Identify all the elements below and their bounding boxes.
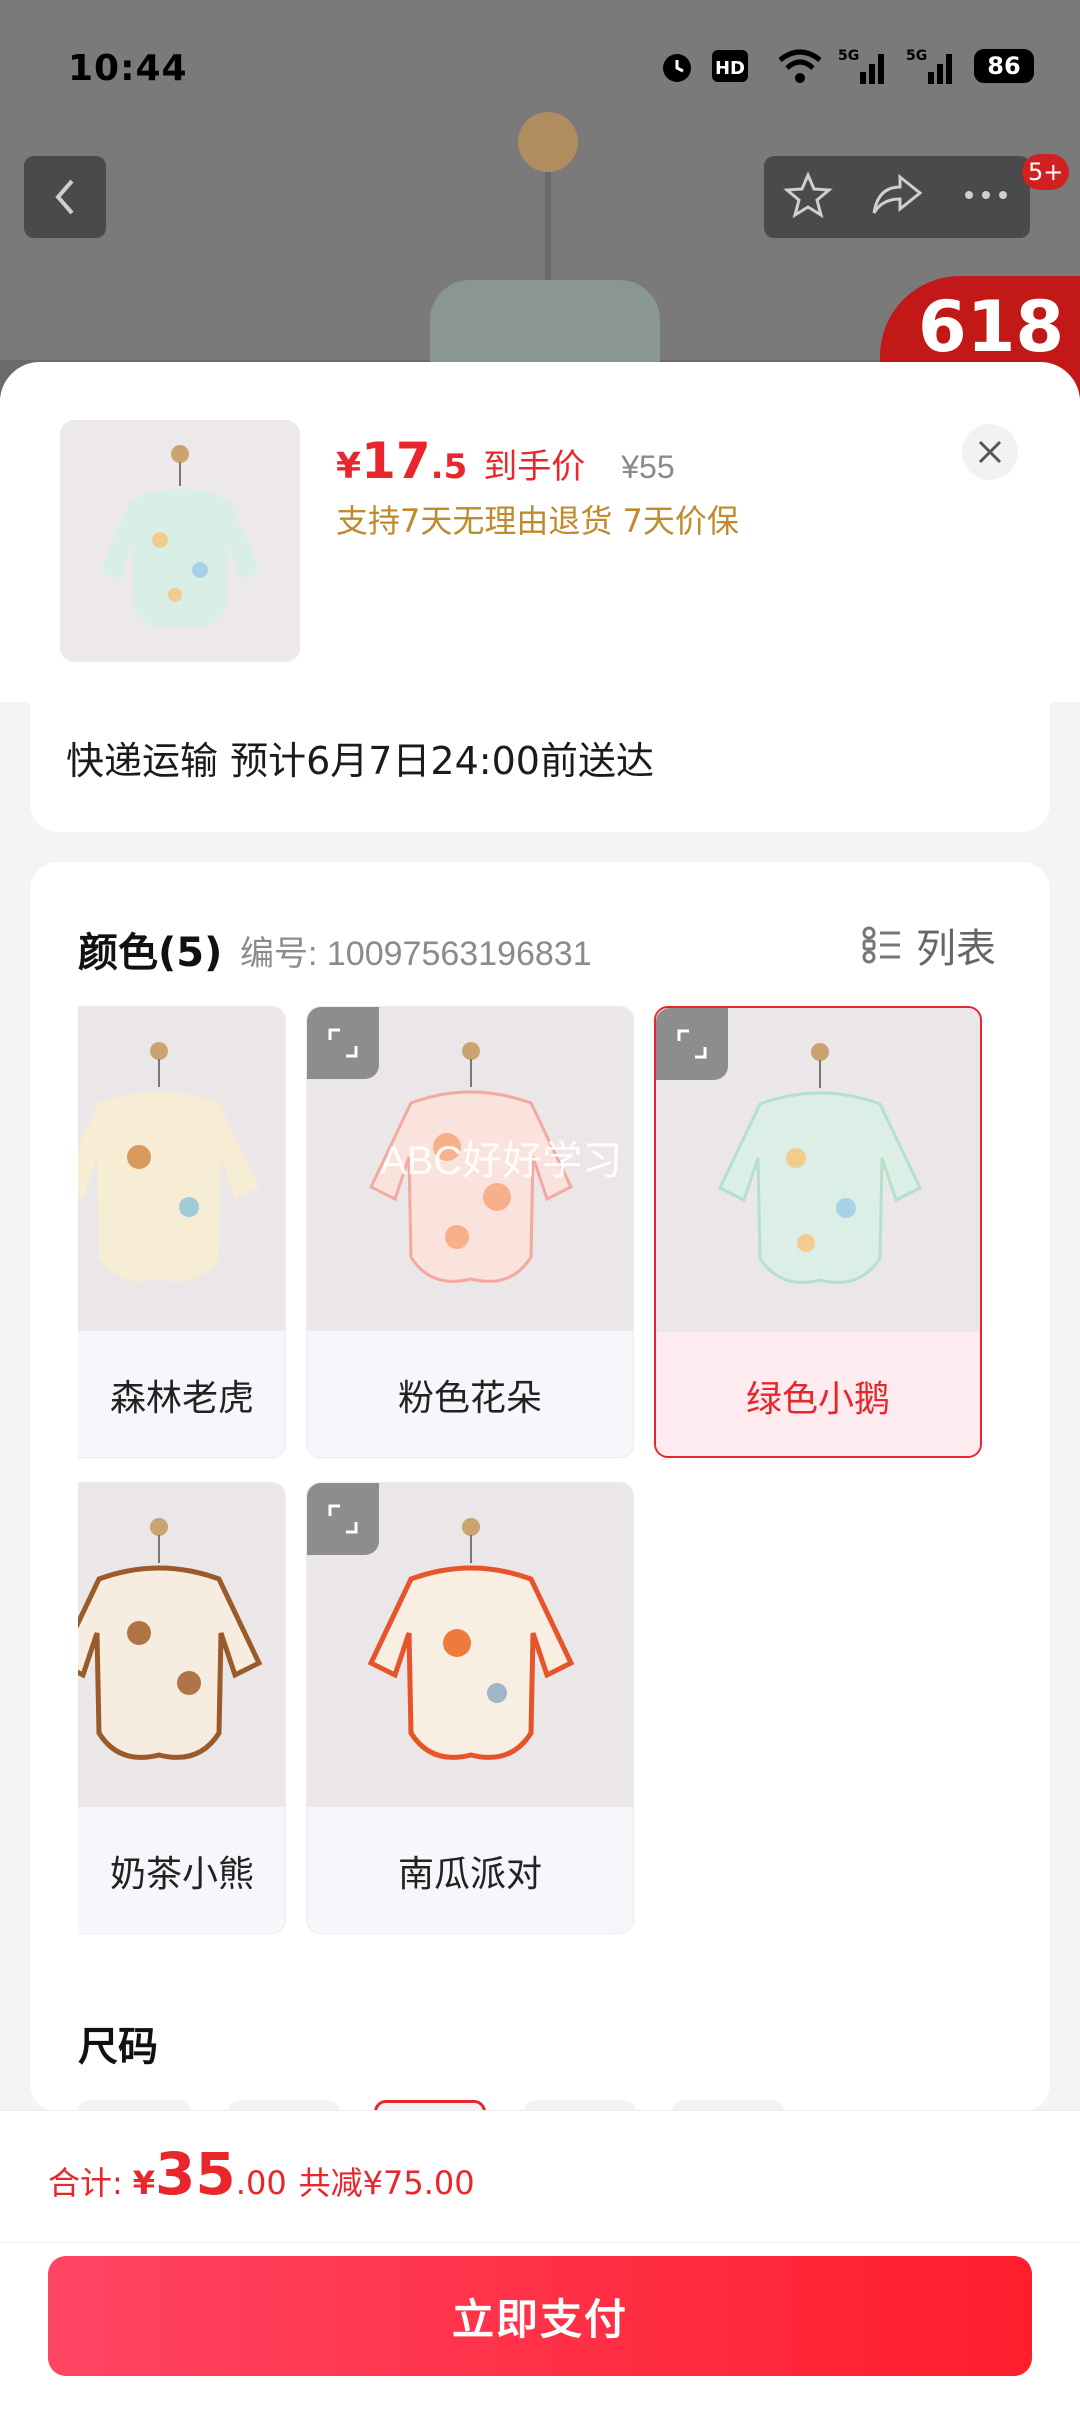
pay-now-button[interactable]: 立即支付 [48, 2256, 1032, 2376]
guarantee-text: 支持7天无理由退货 7天价保 [336, 502, 739, 540]
more-button[interactable] [961, 185, 1011, 209]
list-view-toggle[interactable]: 列表 [862, 916, 996, 974]
total-discount: 共减¥75.00 [298, 2164, 475, 2202]
favorite-button[interactable] [782, 170, 833, 224]
close-icon [978, 440, 1002, 464]
wifi-icon [778, 46, 822, 86]
total-currency: ¥ [132, 2164, 156, 2202]
more-icon [965, 191, 1008, 199]
color-option-label: 南瓜派对 [397, 1854, 542, 1895]
color-option-label: 绿色小鹅 [656, 1332, 980, 1456]
svg-text:5G: 5G [838, 48, 859, 64]
status-icons: HD 5G 5G 86 [658, 46, 1034, 86]
color-option-green-gosling[interactable]: 绿色小鹅 [654, 1006, 982, 1458]
color-option-image [78, 1483, 285, 1807]
share-icon [872, 173, 923, 214]
color-option-pink-flower[interactable]: 粉色花朵 [306, 1006, 634, 1458]
list-view-label: 列表 [916, 926, 996, 972]
final-price-label: 到手价 [483, 447, 586, 487]
5g-signal-icon: 5G [838, 46, 890, 86]
watermark-text: ABC好好学习 [380, 1139, 623, 1183]
total-price: 合计: ¥ 35 .00 共减¥75.00 [48, 2140, 475, 2208]
chevron-left-icon [55, 179, 74, 215]
color-option-pumpkin-party[interactable]: 南瓜派对 [306, 1482, 634, 1934]
notification-badge: 5+ [1022, 154, 1070, 190]
top-action-group [764, 156, 1030, 238]
color-option-forest-tiger[interactable]: 森林老虎 [78, 1006, 286, 1458]
product-thumbnail[interactable] [60, 420, 300, 662]
price-currency: ¥ [336, 446, 362, 487]
battery-indicator: 86 [974, 49, 1034, 83]
expand-image-button[interactable] [307, 1483, 379, 1555]
5g-signal-icon: 5G [906, 46, 958, 86]
color-option-image [78, 1007, 285, 1331]
divider [0, 2242, 1080, 2243]
svg-text:5G: 5G [906, 48, 927, 64]
expand-icon [677, 1029, 707, 1059]
expand-image-button[interactable] [307, 1007, 379, 1079]
back-button[interactable] [24, 156, 106, 238]
status-time: 10:44 [68, 48, 188, 89]
price-integer: 17 [361, 432, 431, 490]
color-section-title: 颜色(5) [78, 930, 223, 976]
expand-image-button[interactable] [656, 1008, 728, 1080]
color-option-label: 森林老虎 [109, 1378, 254, 1419]
sku-code: 编号: 10097563196831 [240, 935, 592, 973]
total-label: 合计: [48, 2164, 123, 2202]
size-section-title: 尺码 [78, 2024, 158, 2070]
price-line: ¥ 17 .5 到手价 ¥55 [336, 432, 675, 490]
delivery-estimate: 快递运输 预计6月7日24:00前送达 [66, 739, 654, 783]
expand-icon [328, 1504, 358, 1534]
color-option-clip: 森林老虎 [78, 1006, 286, 1458]
hd-icon: HD [712, 46, 762, 86]
color-option-label: 奶茶小熊 [109, 1854, 254, 1895]
close-button[interactable] [962, 424, 1018, 480]
list-icon [862, 926, 900, 964]
svg-text:HD: HD [715, 58, 745, 79]
total-decimal: .00 [235, 2164, 287, 2202]
status-bar: 10:44 HD 5G 5G 86 [0, 0, 1080, 140]
hanger-string [545, 172, 551, 282]
price-decimal: .5 [430, 447, 468, 487]
share-button[interactable] [870, 171, 924, 223]
color-option-label: 粉色花朵 [397, 1378, 542, 1419]
color-option-clip: 奶茶小熊 [78, 1482, 286, 1934]
color-option-milk-tea-bear[interactable]: 奶茶小熊 [78, 1482, 286, 1934]
total-integer: 35 [155, 2140, 236, 2208]
expand-icon [328, 1028, 358, 1058]
star-icon [782, 171, 833, 219]
original-price: ¥55 [621, 449, 675, 485]
alarm-icon [658, 46, 696, 86]
